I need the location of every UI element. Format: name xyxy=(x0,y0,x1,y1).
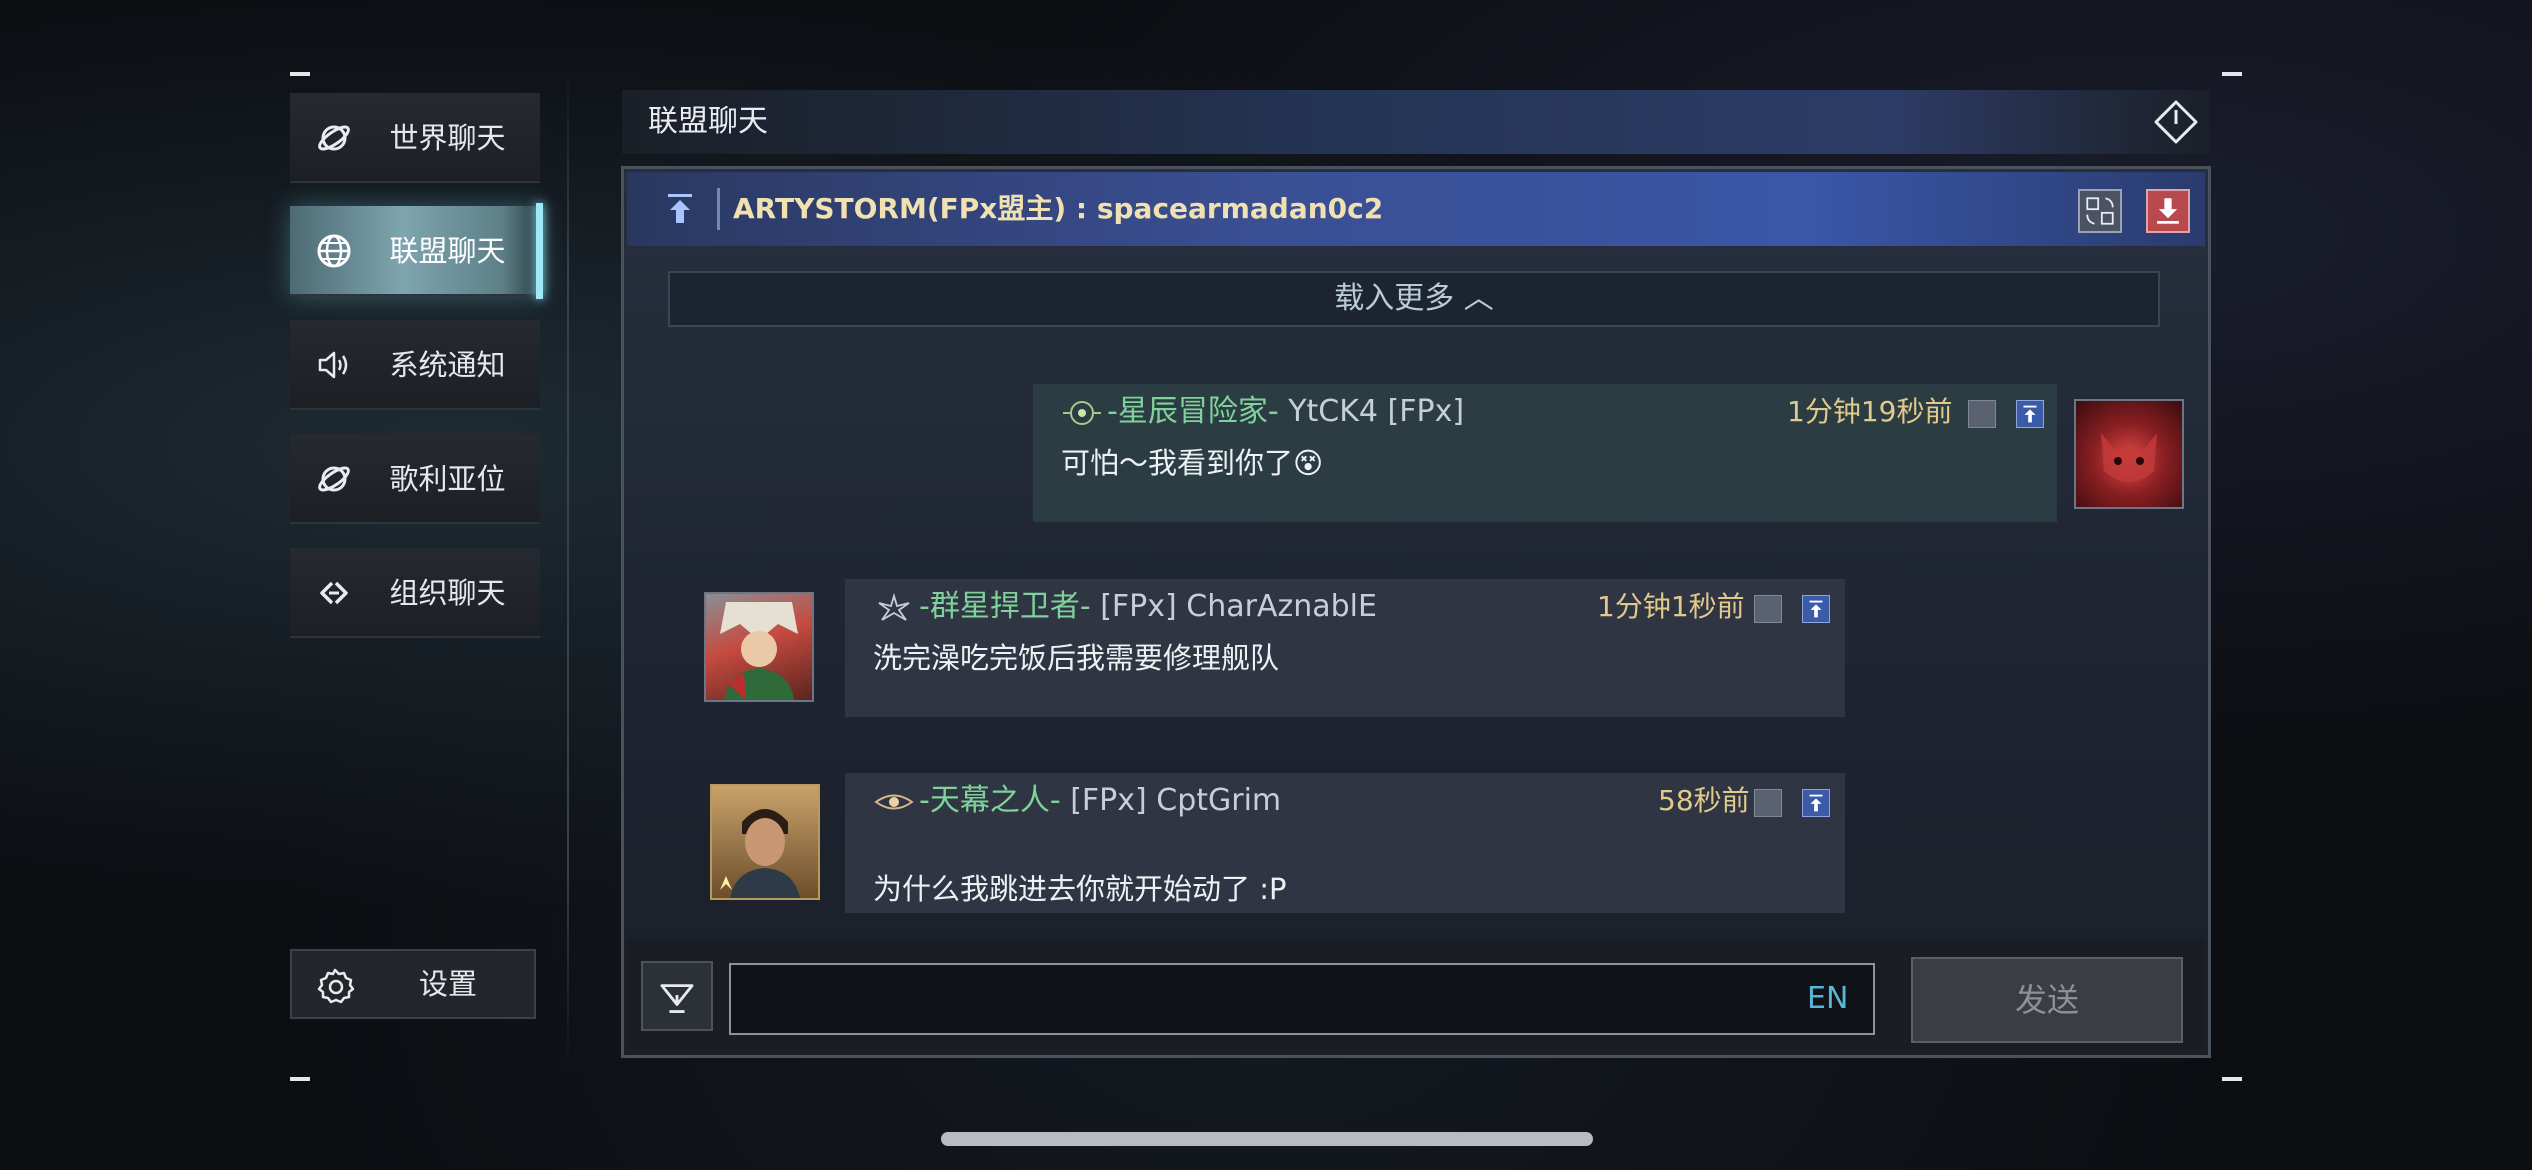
settings-label: 设置 xyxy=(418,967,477,1001)
player-name[interactable]: [FPx] CptGrim xyxy=(1070,783,1281,818)
message-name-line: -群星捍卫者- [FPx] CharAznablE xyxy=(873,587,1377,627)
translate-icon[interactable] xyxy=(1754,789,1782,817)
chat-panel: ARTYSTORM(FPx盟主) : spacearmadan0c2 载入更多 … xyxy=(621,166,2211,1058)
home-indicator[interactable] xyxy=(941,1132,1593,1146)
message-bubble: -群星捍卫者- [FPx] CharAznablE 1分钟1秒前 洗完澡吃完饭后… xyxy=(845,579,1845,717)
translate-icon[interactable] xyxy=(2078,189,2122,233)
translate-icon[interactable] xyxy=(1968,400,1996,428)
message-bubble-own: -星辰冒险家- YtCK4 [FPx] 1分钟19秒前 可怕～我看到你了😵 xyxy=(1033,384,2057,522)
pinned-message[interactable]: ARTYSTORM(FPx盟主) : spacearmadan0c2 xyxy=(627,172,2205,246)
player-title: -天幕之人- xyxy=(919,783,1061,818)
gear-icon xyxy=(317,968,354,1004)
message-text: 洗完澡吃完饭后我需要修理舰队 xyxy=(873,641,1280,675)
avatar-charaznable[interactable] xyxy=(704,592,814,702)
language-toggle[interactable]: EN xyxy=(1807,963,1848,1035)
message-bubble: -天幕之人- [FPx] CptGrim 58秒前 为什么我跳进去你就开始动了 … xyxy=(845,773,1845,913)
cat-avatar-icon xyxy=(2101,433,2157,482)
portrait-icon xyxy=(720,602,798,700)
collapse-icon[interactable] xyxy=(641,961,713,1031)
planet-icon xyxy=(318,466,350,492)
sidebar-item-org-chat[interactable]: 组织聊天 xyxy=(290,548,540,638)
sidebar-item-label: 系统通知 xyxy=(389,348,506,382)
speaker-icon xyxy=(318,351,348,379)
load-more-button[interactable]: 载入更多 ︿ xyxy=(668,271,2160,327)
download-icon[interactable] xyxy=(2146,189,2190,233)
chat-input-bar: EN 发送 xyxy=(627,939,2205,1049)
sidebar-item-label: 世界聊天 xyxy=(389,121,506,155)
pin-top-icon[interactable] xyxy=(1802,789,1830,817)
link-icon xyxy=(320,581,348,605)
message-time: 1分钟1秒前 xyxy=(1597,590,1745,623)
send-label: 发送 xyxy=(2014,981,2079,1019)
player-name[interactable]: [FPx] CharAznablE xyxy=(1100,589,1377,624)
load-more-label: 载入更多 ︿ xyxy=(1334,281,1494,316)
sidebar-divider xyxy=(567,68,569,1068)
message-text: 为什么我跳进去你就开始动了 :P xyxy=(873,872,1287,906)
rank-badge-icon xyxy=(874,794,914,809)
translate-icon[interactable] xyxy=(1754,595,1782,623)
message-time: 58秒前 xyxy=(1658,784,1750,817)
message-name-line: -天幕之人- [FPx] CptGrim xyxy=(873,781,1281,821)
close-icon[interactable] xyxy=(2152,98,2200,146)
sidebar-item-alliance-chat[interactable]: 联盟聊天 xyxy=(290,206,540,296)
message-text: 可怕～我看到你了😵 xyxy=(1061,446,1324,480)
page-title: 联盟聊天 xyxy=(648,104,768,139)
chat-input[interactable] xyxy=(729,963,1875,1035)
pin-top-icon[interactable] xyxy=(1802,595,1830,623)
pinned-text: ARTYSTORM(FPx盟主) : spacearmadan0c2 xyxy=(733,192,1384,225)
sidebar-item-world-chat[interactable]: 世界聊天 xyxy=(290,93,540,183)
avatar-cptgrim[interactable] xyxy=(710,784,820,900)
pin-top-icon[interactable] xyxy=(2016,400,2044,428)
avatar-own[interactable] xyxy=(2074,399,2184,509)
corner-mark-br xyxy=(2222,1077,2242,1081)
player-title: -群星捍卫者- xyxy=(919,589,1091,624)
planet-icon xyxy=(318,125,350,151)
settings-button[interactable]: 设置 xyxy=(290,949,536,1019)
active-tab-indicator xyxy=(536,203,543,299)
player-name[interactable]: YtCK4 [FPx] xyxy=(1288,394,1464,429)
player-title: -星辰冒险家- xyxy=(1107,394,1279,429)
sidebar-item-label: 歌利亚位面 xyxy=(389,462,506,586)
send-button[interactable]: 发送 xyxy=(1911,957,2183,1043)
sidebar-item-goliath-plane[interactable]: 歌利亚位面 xyxy=(290,434,540,586)
pinned-divider xyxy=(717,188,720,230)
corner-mark-tr xyxy=(2222,72,2242,76)
globe-icon xyxy=(317,234,351,268)
chat-header: 联盟聊天 xyxy=(622,90,2210,154)
corner-mark-bl xyxy=(290,1077,310,1081)
rank-badge-icon xyxy=(1063,400,1101,425)
pin-top-icon xyxy=(668,194,692,223)
sidebar-item-label: 组织聊天 xyxy=(389,576,506,610)
message-name-line: -星辰冒险家- YtCK4 [FPx] xyxy=(1061,392,1464,432)
sidebar-item-system-notice[interactable]: 系统通知 xyxy=(290,320,540,410)
sidebar-item-label: 联盟聊天 xyxy=(389,234,506,268)
rank-badge-icon xyxy=(878,592,910,621)
portrait-icon xyxy=(720,809,800,898)
corner-mark-tl xyxy=(290,72,310,76)
message-time: 1分钟19秒前 xyxy=(1787,395,1953,428)
